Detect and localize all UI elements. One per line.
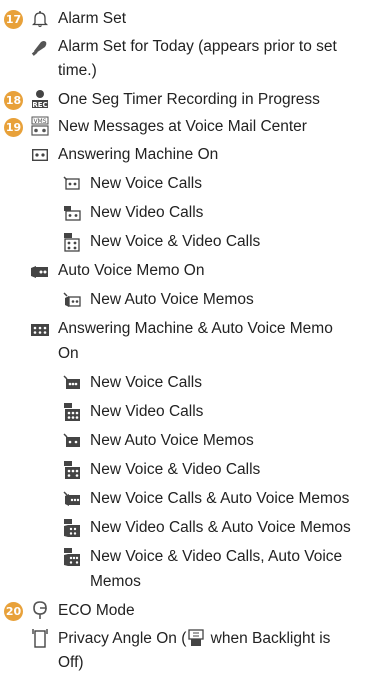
new-video-calls-memos-icon (62, 518, 82, 538)
answering-machine-label: Answering Machine On (58, 146, 219, 163)
new-voice-video-calls-label: New Voice & Video Calls (90, 461, 261, 478)
new-voice-video-memos-label-line2: Memos (90, 573, 141, 590)
new-video-calls-label: New Video Calls (90, 204, 204, 221)
new-auto-voice-memos-label: New Auto Voice Memos (90, 432, 254, 449)
new-video-calls-memos-label: New Video Calls & Auto Voice Memos (90, 519, 351, 536)
new-voice-calls-memos-label: New Voice Calls & Auto Voice Memos (90, 490, 350, 507)
auto-voice-memo-label: Auto Voice Memo On (58, 262, 205, 279)
section-18-label: One Seg Timer Recording in Progress (58, 91, 320, 108)
new-voice-video-calls-label: New Voice & Video Calls (90, 233, 261, 250)
section-number-19: 19 (4, 118, 23, 137)
privacy-angle-label-part2: when Backlight is (206, 630, 331, 647)
alarm-today-icon (30, 37, 50, 57)
new-voice-video-calls-icon (62, 460, 82, 480)
new-voice-video-calls-icon (62, 232, 82, 252)
new-video-calls-label: New Video Calls (90, 403, 204, 420)
section-20-label: ECO Mode (58, 602, 135, 619)
new-video-calls-icon (62, 402, 82, 422)
privacy-angle-label-part1: Privacy Angle On ( (58, 630, 187, 647)
voicemail-center-icon: VMS (30, 116, 50, 136)
new-voice-video-memos-icon (62, 547, 82, 567)
answering-and-memo-label-line2: On (58, 345, 79, 362)
rec-timer-icon: REC (30, 89, 50, 109)
section-number-20: 20 (4, 602, 23, 621)
section-number-18: 18 (4, 91, 23, 110)
new-video-calls-icon (62, 203, 82, 223)
new-auto-voice-memos-icon (62, 431, 82, 451)
alarm-today-label-line2: time.) (58, 62, 97, 79)
alarm-bell-icon (30, 9, 50, 29)
new-voice-calls-label: New Voice Calls (90, 175, 202, 192)
privacy-angle-backlight-off-icon (187, 629, 205, 647)
alarm-today-label-line1: Alarm Set for Today (appears prior to se… (58, 38, 337, 55)
manual-page: { "sections": [ { "number": "17", "icon"… (0, 0, 375, 673)
new-voice-calls-icon (62, 373, 82, 393)
svg-text:VMS: VMS (33, 118, 46, 125)
new-voice-calls-icon (62, 174, 82, 194)
section-number-17: 17 (4, 10, 23, 29)
answering-and-memo-icon (30, 320, 50, 340)
svg-text:REC: REC (32, 101, 47, 109)
new-auto-voice-memos-label: New Auto Voice Memos (90, 291, 254, 308)
section-19-label: New Messages at Voice Mail Center (58, 118, 307, 135)
new-voice-calls-label: New Voice Calls (90, 374, 202, 391)
eco-mode-icon (30, 600, 50, 620)
new-voice-calls-memos-icon (62, 489, 82, 509)
new-auto-voice-memos-icon (62, 290, 82, 310)
new-voice-video-memos-label-line1: New Voice & Video Calls, Auto Voice (90, 548, 343, 565)
privacy-angle-label-line2: Off) (58, 654, 84, 671)
privacy-angle-label-line1: Privacy Angle On ( when Backlight is (58, 629, 330, 649)
answering-and-memo-label-line1: Answering Machine & Auto Voice Memo (58, 320, 333, 337)
auto-voice-memo-icon (30, 262, 50, 282)
answering-machine-icon (30, 145, 50, 165)
privacy-angle-icon (30, 628, 50, 648)
section-17-label: Alarm Set (58, 10, 127, 27)
